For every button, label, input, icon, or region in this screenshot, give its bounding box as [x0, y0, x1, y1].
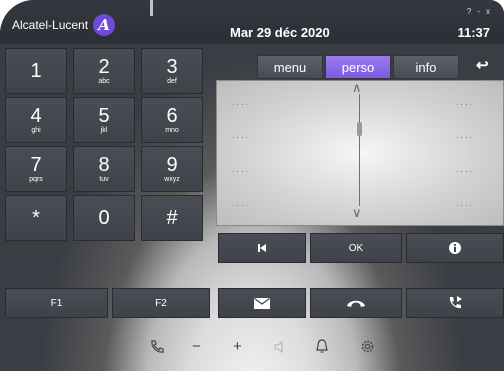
key-0[interactable]: 0: [73, 195, 135, 241]
volume-down-icon[interactable]: −: [192, 338, 201, 355]
right-slot-4[interactable]: ....: [456, 198, 474, 208]
key-star[interactable]: *: [5, 195, 67, 241]
key-4[interactable]: 4 ghi: [5, 97, 67, 143]
volume-up-icon[interactable]: +: [233, 338, 242, 355]
help-button[interactable]: ?: [467, 7, 471, 16]
left-slot-4[interactable]: ....: [232, 198, 250, 208]
key-digit: 4: [30, 104, 42, 127]
key-digit: 9: [166, 153, 178, 176]
call-forward-icon: [449, 296, 462, 309]
key-7[interactable]: 7 pqrs: [5, 146, 67, 192]
call-forward-button[interactable]: [406, 288, 504, 318]
key-letters: mno: [165, 126, 179, 134]
key-letters: ghi: [31, 126, 41, 134]
message-button[interactable]: [218, 288, 306, 318]
key-digit: 3: [166, 55, 178, 78]
key-letters: pqrs: [29, 175, 43, 183]
ok-button[interactable]: OK: [310, 233, 402, 263]
info-button[interactable]: [406, 233, 504, 263]
key-digit: 1: [30, 60, 42, 82]
key-1[interactable]: 1: [5, 48, 67, 94]
right-slot-1[interactable]: ....: [456, 97, 474, 107]
key-8[interactable]: 8 tuv: [73, 146, 135, 192]
left-slot-1[interactable]: ....: [232, 97, 250, 107]
skip-back-icon: [258, 244, 266, 252]
close-button[interactable]: x: [486, 7, 490, 16]
brand-logo: Alcatel-Lucent A: [12, 14, 116, 36]
gear-icon[interactable]: [360, 339, 375, 358]
key-digit: 7: [30, 153, 42, 176]
return-arrow-icon[interactable]: ↩: [476, 56, 489, 74]
key-digit: 2: [98, 55, 110, 78]
key-digit: 5: [98, 104, 110, 127]
key-digit: 6: [166, 104, 178, 127]
phone-window: Alcatel-Lucent A ? - x Mar 29 déc 2020 1…: [0, 0, 504, 371]
key-3[interactable]: 3 def: [141, 48, 203, 94]
tab-perso[interactable]: perso: [325, 55, 391, 79]
title-bar-divider: [150, 0, 153, 16]
envelope-icon: [254, 297, 270, 309]
key-5[interactable]: 5 jkl: [73, 97, 135, 143]
f1-button[interactable]: F1: [5, 288, 108, 318]
scrollbar-thumb[interactable]: [357, 122, 362, 136]
key-hash[interactable]: #: [141, 195, 203, 241]
bell-icon[interactable]: [315, 339, 329, 358]
key-letters: wxyz: [164, 175, 180, 183]
tab-menu[interactable]: menu: [257, 55, 323, 79]
left-slot-2[interactable]: ....: [232, 130, 250, 140]
key-letters: abc: [98, 77, 110, 85]
right-slot-3[interactable]: ....: [456, 164, 474, 174]
tab-info[interactable]: info: [393, 55, 459, 79]
key-digit: #: [166, 207, 178, 229]
scrollbar-track[interactable]: [359, 94, 360, 206]
left-slot-3[interactable]: ....: [232, 164, 250, 174]
right-slot-2[interactable]: ....: [456, 130, 474, 140]
phone-icon[interactable]: [150, 340, 164, 358]
info-icon: [449, 242, 461, 254]
key-letters: def: [167, 77, 177, 85]
key-digit: *: [32, 207, 40, 229]
brand-name: Alcatel-Lucent: [12, 18, 89, 32]
hang-up-icon: [347, 300, 365, 307]
time-display: 11:37: [457, 25, 490, 40]
scroll-up-icon[interactable]: ∧: [352, 80, 362, 96]
key-6[interactable]: 6 mno: [141, 97, 203, 143]
previous-button[interactable]: [218, 233, 306, 263]
alcatel-logo-icon: A: [93, 14, 116, 36]
key-letters: tuv: [99, 175, 109, 183]
scroll-down-icon[interactable]: ∨: [352, 205, 362, 221]
key-letters: jkl: [100, 126, 108, 134]
window-controls: ? - x: [467, 7, 490, 16]
key-digit: 0: [98, 207, 110, 229]
date-display: Mar 29 déc 2020: [230, 25, 330, 40]
hang-up-button[interactable]: [310, 288, 402, 318]
key-9[interactable]: 9 wxyz: [141, 146, 203, 192]
minimize-button[interactable]: -: [477, 7, 480, 16]
f2-button[interactable]: F2: [112, 288, 210, 318]
key-2[interactable]: 2 abc: [73, 48, 135, 94]
key-digit: 8: [98, 153, 110, 176]
speaker-icon[interactable]: [273, 340, 287, 358]
